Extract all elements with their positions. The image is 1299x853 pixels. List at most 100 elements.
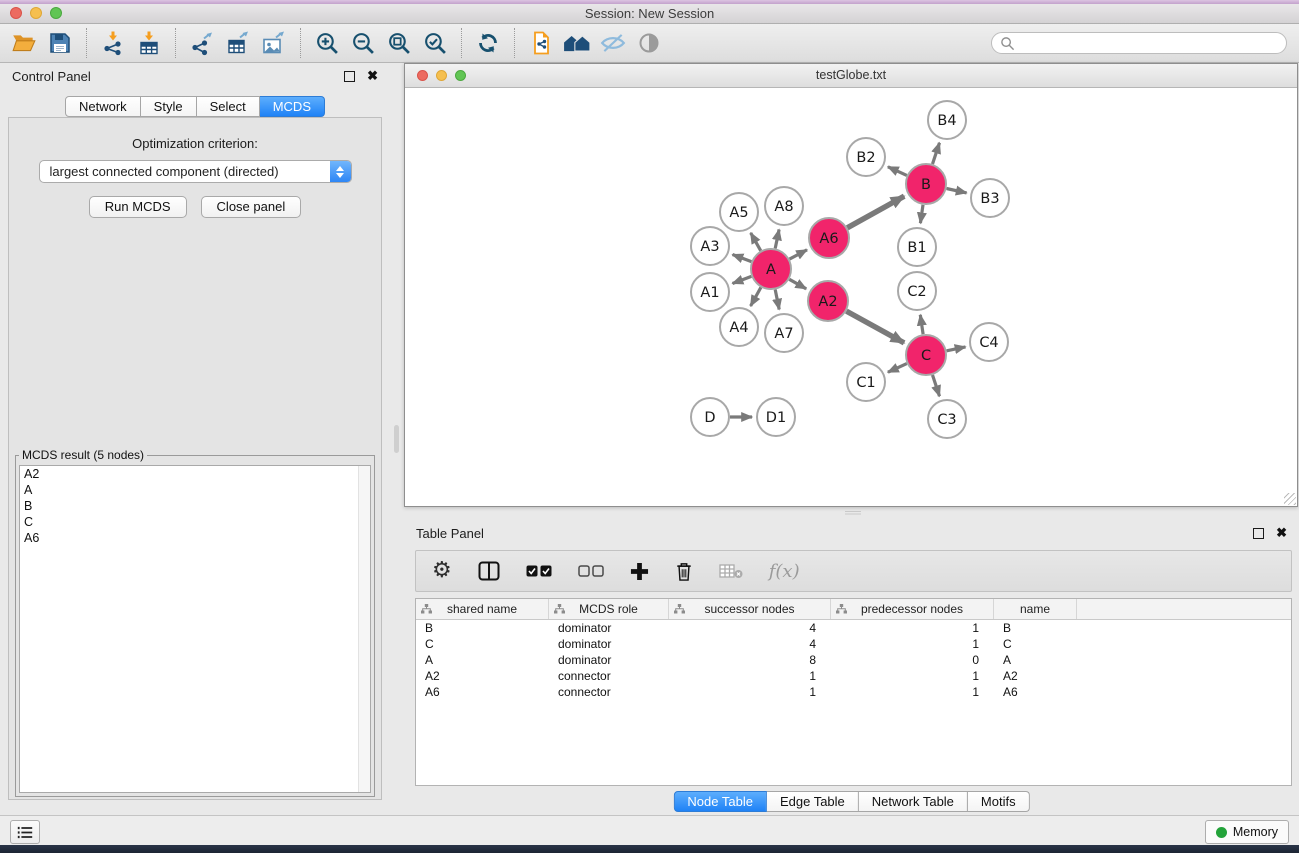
table-cell[interactable]: 1 bbox=[831, 685, 994, 699]
graph-node-A5[interactable]: A5 bbox=[720, 193, 758, 231]
column-header[interactable]: name bbox=[994, 599, 1077, 619]
tab-motifs[interactable]: Motifs bbox=[968, 791, 1030, 812]
graph-node-D[interactable]: D bbox=[691, 398, 729, 436]
zoom-selected-button[interactable] bbox=[417, 27, 453, 59]
graph-node-B1[interactable]: B1 bbox=[898, 228, 936, 266]
graph-node-A3[interactable]: A3 bbox=[691, 227, 729, 265]
graph-edge[interactable] bbox=[733, 255, 752, 262]
export-network-button[interactable] bbox=[184, 27, 220, 59]
search-box[interactable] bbox=[991, 32, 1287, 54]
graph-node-B4[interactable]: B4 bbox=[928, 101, 966, 139]
graph-node-C[interactable]: C bbox=[906, 335, 946, 375]
splitter-handle[interactable] bbox=[845, 511, 861, 516]
search-input[interactable] bbox=[1020, 35, 1286, 51]
result-scrollbar[interactable] bbox=[358, 466, 370, 792]
home-view-button[interactable] bbox=[559, 27, 595, 59]
graph-node-A2[interactable]: A2 bbox=[808, 281, 848, 321]
graph-node-A[interactable]: A bbox=[751, 249, 791, 289]
panel-divider-handle[interactable] bbox=[394, 425, 399, 453]
graph-node-C4[interactable]: C4 bbox=[970, 323, 1008, 361]
column-header[interactable]: predecessor nodes bbox=[831, 599, 994, 619]
graph-edge[interactable] bbox=[733, 276, 752, 283]
criterion-dropdown[interactable]: largest connected component (directed) bbox=[39, 160, 352, 183]
graph-edge[interactable] bbox=[775, 230, 779, 249]
memory-button[interactable]: Memory bbox=[1205, 820, 1289, 844]
column-header[interactable]: successor nodes bbox=[669, 599, 831, 619]
tab-node-table[interactable]: Node Table bbox=[673, 791, 767, 812]
graph-edge[interactable] bbox=[920, 315, 923, 334]
graph-edge[interactable] bbox=[933, 375, 940, 396]
result-item[interactable]: A bbox=[20, 482, 370, 498]
table-cell[interactable]: 1 bbox=[831, 621, 994, 635]
close-panel-icon[interactable]: ✖ bbox=[367, 71, 378, 81]
table-cell[interactable]: B bbox=[994, 621, 1077, 635]
graph-node-A6[interactable]: A6 bbox=[809, 218, 849, 258]
table-cell[interactable]: A bbox=[994, 653, 1077, 667]
graph-edge[interactable] bbox=[947, 347, 966, 351]
table-cell[interactable]: 1 bbox=[669, 669, 831, 683]
graph-node-A7[interactable]: A7 bbox=[765, 314, 803, 352]
table-row[interactable]: A6connector11A6 bbox=[416, 684, 1291, 700]
graph-edge[interactable] bbox=[846, 311, 904, 343]
result-item[interactable]: A6 bbox=[20, 530, 370, 546]
tab-edge-table[interactable]: Edge Table bbox=[767, 791, 859, 812]
zoom-fit-button[interactable] bbox=[381, 27, 417, 59]
select-all-button[interactable] bbox=[526, 565, 552, 577]
import-table-button[interactable] bbox=[131, 27, 167, 59]
network-canvas[interactable]: B4B2BB3A8A5A6A3B1AC2A1A2A4A7C4CC1DD1C3 bbox=[405, 88, 1297, 506]
graph-edge[interactable] bbox=[933, 143, 940, 164]
hide-details-button[interactable] bbox=[595, 27, 631, 59]
table-cell[interactable]: C bbox=[416, 637, 549, 651]
table-cell[interactable]: 1 bbox=[669, 685, 831, 699]
open-session-button[interactable] bbox=[6, 27, 42, 59]
add-entry-button[interactable] bbox=[630, 562, 649, 581]
deselect-all-button[interactable] bbox=[578, 565, 604, 577]
delete-entry-button[interactable] bbox=[675, 561, 693, 582]
network-window-titlebar[interactable]: testGlobe.txt bbox=[405, 64, 1297, 88]
table-cell[interactable]: A2 bbox=[416, 669, 549, 683]
table-cell[interactable]: A6 bbox=[994, 685, 1077, 699]
result-item[interactable]: A2 bbox=[20, 466, 370, 482]
result-item[interactable]: C bbox=[20, 514, 370, 530]
table-row[interactable]: Adominator80A bbox=[416, 652, 1291, 668]
graph-node-A4[interactable]: A4 bbox=[720, 308, 758, 346]
table-row[interactable]: Cdominator41C bbox=[416, 636, 1291, 652]
result-item[interactable]: B bbox=[20, 498, 370, 514]
graph-node-A8[interactable]: A8 bbox=[765, 187, 803, 225]
table-cell[interactable]: connector bbox=[549, 685, 669, 699]
table-row[interactable]: Bdominator41B bbox=[416, 620, 1291, 636]
table-cell[interactable]: 4 bbox=[669, 621, 831, 635]
resize-grip-icon[interactable] bbox=[1284, 493, 1296, 505]
run-mcds-button[interactable]: Run MCDS bbox=[89, 196, 187, 218]
close-table-panel-icon[interactable]: ✖ bbox=[1276, 528, 1287, 538]
graph-edge[interactable] bbox=[751, 233, 761, 251]
zoom-in-button[interactable] bbox=[309, 27, 345, 59]
clone-network-button[interactable] bbox=[523, 27, 559, 59]
graph-node-C2[interactable]: C2 bbox=[898, 272, 936, 310]
table-cell[interactable]: dominator bbox=[549, 637, 669, 651]
table-cell[interactable]: 1 bbox=[831, 637, 994, 651]
table-cell[interactable]: A bbox=[416, 653, 549, 667]
graph-edge[interactable] bbox=[751, 287, 761, 306]
graph-node-C3[interactable]: C3 bbox=[928, 400, 966, 438]
table-cell[interactable]: connector bbox=[549, 669, 669, 683]
table-settings-button[interactable]: ⚙ bbox=[432, 560, 452, 582]
task-history-button[interactable] bbox=[10, 820, 40, 844]
graph-node-A1[interactable]: A1 bbox=[691, 273, 729, 311]
tab-select[interactable]: Select bbox=[197, 96, 260, 117]
graph-edge[interactable] bbox=[789, 279, 806, 289]
column-layout-button[interactable] bbox=[478, 561, 500, 581]
graph-edge[interactable] bbox=[920, 205, 923, 223]
graph-edge[interactable] bbox=[888, 167, 907, 176]
birds-eye-button[interactable] bbox=[631, 27, 667, 59]
table-cell[interactable]: A2 bbox=[994, 669, 1077, 683]
graph-edge[interactable] bbox=[888, 364, 907, 373]
graph-node-B2[interactable]: B2 bbox=[847, 138, 885, 176]
tab-mcds[interactable]: MCDS bbox=[260, 96, 325, 117]
save-session-button[interactable] bbox=[42, 27, 78, 59]
table-cell[interactable]: dominator bbox=[549, 653, 669, 667]
table-cell[interactable]: dominator bbox=[549, 621, 669, 635]
graph-edge[interactable] bbox=[947, 189, 967, 193]
graph-node-B[interactable]: B bbox=[906, 164, 946, 204]
graph-node-B3[interactable]: B3 bbox=[971, 179, 1009, 217]
